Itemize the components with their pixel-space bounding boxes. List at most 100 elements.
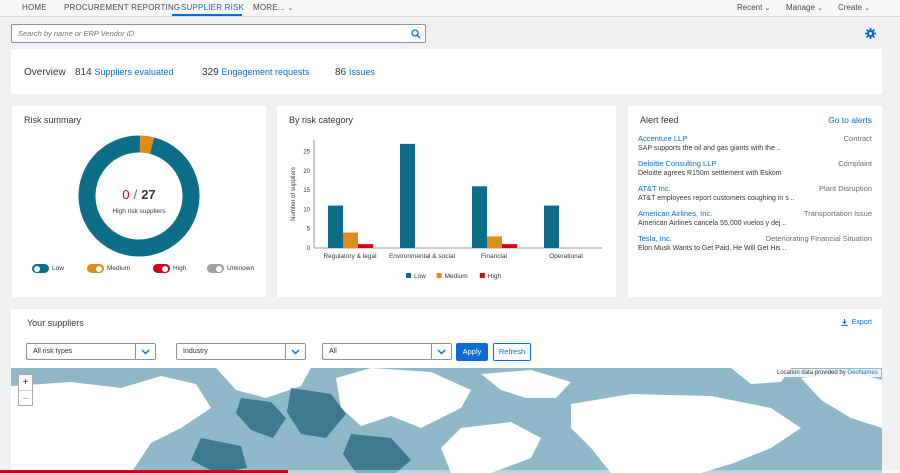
x-category-label: Environmental & social bbox=[389, 253, 456, 260]
y-tick-label: 15 bbox=[303, 188, 310, 194]
menu-create-label: Create bbox=[838, 3, 863, 12]
legend-label: Low bbox=[414, 273, 426, 280]
y-axis-label: Number of suppliers bbox=[291, 167, 297, 221]
menu-recent[interactable]: Recent ⌄ bbox=[737, 3, 770, 12]
x-category-label: Operational bbox=[549, 253, 583, 260]
alert-feed-title: Alert feed bbox=[640, 115, 679, 125]
supplier-map[interactable] bbox=[11, 368, 882, 473]
alert-item[interactable]: Accenture LLP Contract SAP supports the … bbox=[638, 134, 872, 152]
zoom-in-button[interactable]: + bbox=[19, 375, 32, 390]
suppliers-evaluated-link[interactable]: Suppliers evaluated bbox=[94, 67, 173, 77]
issues-stat[interactable]: 86 Issues bbox=[335, 67, 375, 78]
geonames-link[interactable]: GeoNames bbox=[847, 370, 877, 376]
issues-count: 86 bbox=[335, 67, 347, 78]
bar-low[interactable] bbox=[544, 205, 559, 248]
high-risk-subtitle: High risk suppliers bbox=[112, 208, 166, 215]
download-icon bbox=[840, 319, 848, 326]
y-tick-label: 5 bbox=[307, 227, 311, 233]
risk-type-select[interactable]: All risk types bbox=[26, 343, 156, 360]
alert-description: AT&T employees report customers coughing… bbox=[638, 195, 795, 202]
legend-swatch bbox=[406, 273, 411, 278]
total-count: 27 bbox=[141, 187, 156, 202]
bar-medium[interactable] bbox=[343, 232, 358, 248]
risk-type-value: All risk types bbox=[33, 348, 73, 355]
alert-description: American Airlines cancela 55,000 vuelos … bbox=[638, 220, 787, 227]
export-button[interactable]: Export bbox=[840, 319, 872, 326]
legend-label: Medium bbox=[445, 273, 468, 280]
chevron-down-icon[interactable] bbox=[135, 344, 155, 359]
donut-segment-medium bbox=[139, 135, 155, 154]
bar-medium[interactable] bbox=[487, 236, 502, 248]
toggle-label: Unknown bbox=[227, 265, 255, 272]
menu-manage[interactable]: Manage ⌄ bbox=[786, 3, 823, 12]
alert-item[interactable]: AT&T Inc. Plant Disruption AT&T employee… bbox=[638, 184, 872, 202]
x-category-label: Regulatory & legal bbox=[323, 253, 377, 260]
overview-panel: Overview 814 Suppliers evaluated 329 Eng… bbox=[11, 49, 882, 94]
all-select[interactable]: All bbox=[322, 343, 452, 360]
bar-high[interactable] bbox=[358, 244, 373, 248]
zoom-out-button[interactable]: – bbox=[19, 390, 32, 405]
chevron-down-icon[interactable] bbox=[431, 344, 451, 359]
alert-category: Transportation Issue bbox=[803, 209, 872, 218]
bar-low[interactable] bbox=[400, 143, 415, 248]
tab-home[interactable]: HOME bbox=[22, 3, 47, 12]
world-map-image bbox=[11, 368, 882, 473]
industry-select[interactable]: Industry bbox=[176, 343, 306, 360]
toggle-low[interactable]: Low bbox=[32, 264, 64, 273]
toggle-switch[interactable] bbox=[32, 264, 49, 273]
bar-low[interactable] bbox=[328, 205, 343, 248]
y-tick-label: 0 bbox=[307, 246, 311, 252]
search-icon bbox=[411, 28, 421, 38]
toggle-switch[interactable] bbox=[207, 264, 224, 273]
engagement-requests-stat[interactable]: 329 Engagement requests bbox=[202, 67, 310, 78]
your-suppliers-title: Your suppliers bbox=[27, 318, 84, 328]
y-tick-label: 20 bbox=[303, 169, 310, 175]
legend-swatch bbox=[436, 273, 442, 278]
menu-recent-label: Recent bbox=[737, 3, 763, 12]
y-tick-label: 10 bbox=[303, 207, 310, 213]
alert-category: Deteriorating Financial Situation bbox=[765, 234, 872, 243]
apply-button[interactable]: Apply bbox=[456, 343, 488, 361]
menu-create[interactable]: Create ⌄ bbox=[838, 3, 870, 12]
map-zoom-control: + – bbox=[18, 374, 33, 406]
settings-button[interactable] bbox=[863, 26, 877, 40]
engagement-requests-link[interactable]: Engagement requests bbox=[221, 67, 309, 77]
bar-high[interactable] bbox=[502, 244, 517, 248]
gear-icon bbox=[864, 27, 876, 39]
tab-more[interactable]: MORE... ⌄ bbox=[253, 3, 294, 12]
risk-category-bar-chart: Number of suppliers 0 5 10 15 20 25 Regulatory … bbox=[291, 140, 602, 280]
refresh-button[interactable]: Refresh bbox=[493, 343, 531, 361]
risk-category-title: By risk category bbox=[289, 115, 354, 125]
suppliers-evaluated-stat[interactable]: 814 Suppliers evaluated bbox=[75, 67, 174, 78]
tab-procurement-reporting[interactable]: PROCUREMENT REPORTING bbox=[64, 3, 180, 12]
issues-link[interactable]: Issues bbox=[349, 67, 375, 77]
suppliers-count: 814 bbox=[75, 67, 92, 78]
tab-more-label: MORE... bbox=[253, 3, 286, 12]
toggle-unknown[interactable]: Unknown bbox=[207, 264, 254, 273]
legend-swatch bbox=[479, 273, 485, 278]
alert-category: Complaint bbox=[838, 159, 872, 168]
active-tab-indicator bbox=[172, 14, 242, 16]
bar-low[interactable] bbox=[472, 186, 487, 248]
alert-supplier-link[interactable]: Accenture LLP bbox=[638, 134, 872, 143]
donut-center-label: 0/27 High risk suppliers bbox=[79, 187, 199, 215]
industry-value: Industry bbox=[183, 348, 208, 355]
toggle-high[interactable]: High bbox=[153, 264, 186, 273]
chevron-down-icon[interactable] bbox=[285, 344, 305, 359]
search-input[interactable] bbox=[12, 25, 402, 42]
menu-manage-label: Manage bbox=[786, 3, 815, 12]
alert-item[interactable]: Deloitte Consulting LLP Complaint Deloit… bbox=[638, 159, 872, 177]
overview-label: Overview bbox=[24, 67, 66, 78]
count-separator: / bbox=[133, 187, 138, 202]
toggle-switch[interactable] bbox=[87, 264, 104, 273]
tab-supplier-risk[interactable]: SUPPLIER RISK bbox=[181, 3, 244, 12]
toggle-label: Medium bbox=[107, 265, 131, 272]
alert-item[interactable]: American Airlines, Inc. Transportation I… bbox=[638, 209, 872, 227]
alert-item[interactable]: Tesla, Inc. Deteriorating Financial Situ… bbox=[638, 234, 872, 252]
toggle-switch[interactable] bbox=[153, 264, 170, 273]
engagement-count: 329 bbox=[202, 67, 219, 78]
alert-supplier-link[interactable]: Deloitte Consulting LLP bbox=[638, 159, 872, 168]
go-to-alerts-link[interactable]: Go to alerts bbox=[828, 115, 872, 125]
toggle-medium[interactable]: Medium bbox=[87, 264, 130, 273]
search-button[interactable] bbox=[407, 24, 426, 43]
